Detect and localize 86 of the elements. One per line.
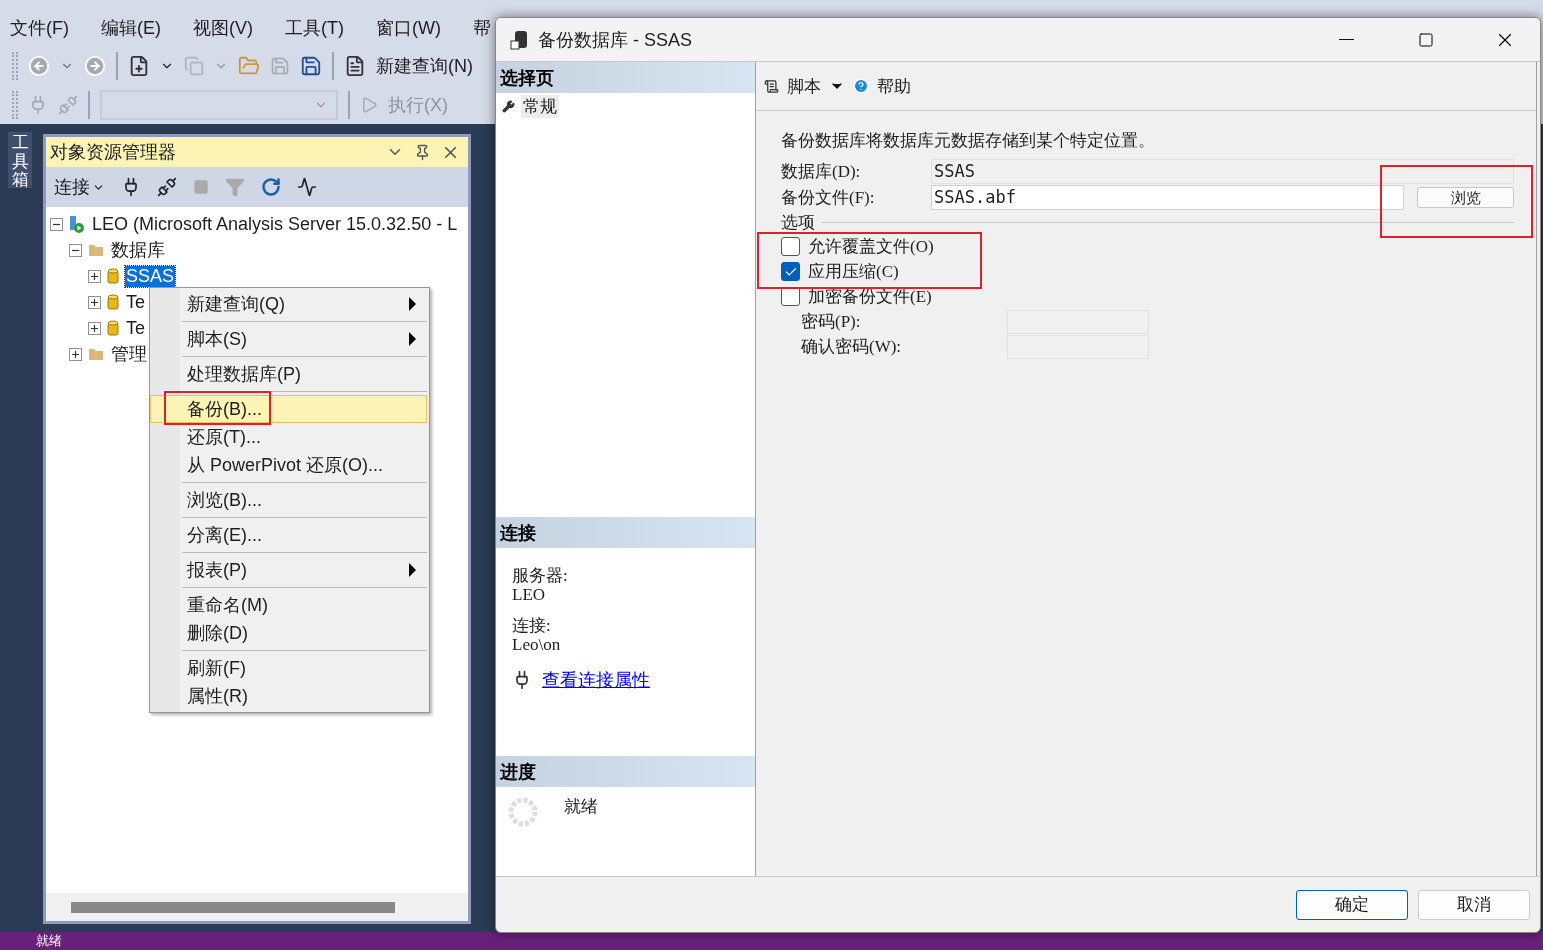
server-label: 服务器: — [512, 566, 569, 585]
script-icon — [764, 78, 779, 94]
menu-item[interactable]: 编辑(E) — [101, 16, 161, 40]
menu-item[interactable]: 刷新(F) — [150, 654, 427, 682]
scrollbar-thumb[interactable] — [71, 901, 395, 913]
document-icon[interactable] — [344, 54, 366, 77]
menu-item[interactable]: 报表(P) — [150, 556, 427, 584]
folder-icon — [88, 347, 104, 361]
refresh-icon[interactable] — [261, 177, 281, 197]
maximize-icon — [1417, 31, 1434, 48]
menu-item[interactable]: 帮 — [472, 16, 491, 40]
menu-item[interactable]: 新建查询(Q) — [150, 290, 427, 318]
checkbox-label: 加密备份文件(E) — [808, 287, 932, 306]
menu-item[interactable]: 文件(F) — [10, 16, 69, 40]
menu-item[interactable]: 视图(V) — [193, 16, 253, 40]
server-value: LEO — [512, 585, 547, 604]
connection-label: 连接: — [512, 616, 552, 635]
tree-node[interactable]: 管理 — [110, 342, 148, 366]
tree-node[interactable]: Te — [125, 317, 146, 339]
help-button[interactable]: 帮助 — [877, 74, 911, 98]
tree-node[interactable]: SSAS — [125, 265, 176, 287]
menu-item[interactable]: 重命名(M) — [150, 591, 427, 619]
checkbox-label: 应用压缩(C) — [808, 262, 899, 281]
database-icon — [107, 293, 119, 311]
menu-item[interactable]: 工具(T) — [285, 16, 344, 40]
new-file-icon[interactable] — [128, 54, 150, 77]
save-all-icon[interactable] — [300, 54, 322, 77]
backup-file-field[interactable]: SSAS.abf — [931, 184, 1404, 210]
section-header: 选择页 — [496, 62, 755, 93]
dialog-button[interactable]: 确定 — [1296, 889, 1408, 920]
minimize-icon — [1339, 39, 1354, 40]
group-title: 选项 — [781, 212, 815, 232]
menu-item[interactable]: 备份(B)... — [150, 395, 427, 423]
spinner-icon — [508, 797, 538, 827]
wrench-icon — [502, 100, 515, 113]
checkbox[interactable] — [781, 262, 800, 281]
database-field: SSAS — [931, 158, 1514, 184]
menu-item[interactable]: 属性(R) — [150, 682, 427, 710]
field-label: 确认密码(W): — [801, 336, 903, 358]
menu-item[interactable]: 脚本(S) — [150, 325, 427, 353]
checkbox[interactable] — [781, 237, 800, 256]
pin-icon[interactable] — [414, 143, 431, 161]
tree-node[interactable]: LEO (Microsoft Analysis Server 15.0.32.50 - L — [91, 213, 459, 235]
menu-item[interactable]: 还原(T)... — [150, 423, 427, 451]
panel-title: 对象资源管理器 — [50, 141, 177, 164]
database-icon — [107, 319, 119, 337]
checkbox-label: 允许覆盖文件(O) — [808, 237, 934, 256]
help-icon — [853, 78, 869, 94]
connection-properties-link[interactable]: 查看连接属性 — [542, 668, 650, 692]
collapse-icon[interactable] — [69, 243, 82, 257]
expand-icon[interactable] — [69, 347, 82, 361]
status-text: 就绪 — [36, 932, 62, 950]
new-query-button[interactable]: 新建查询(N) — [376, 53, 473, 78]
menu-item[interactable]: 分离(E)... — [150, 521, 427, 549]
expand-icon[interactable] — [88, 269, 101, 283]
unplug-icon[interactable] — [157, 177, 177, 197]
connect-button[interactable]: 连接 — [54, 175, 105, 199]
progress-status: 就绪 — [564, 797, 598, 816]
database-icon — [107, 267, 119, 285]
page-item[interactable]: 常规 — [521, 95, 559, 118]
expand-icon[interactable] — [88, 295, 101, 309]
field-label: 密码(P): — [801, 311, 862, 333]
expand-icon[interactable] — [88, 321, 101, 335]
server-icon — [69, 215, 85, 233]
script-button[interactable]: 脚本 — [787, 74, 821, 98]
activity-icon[interactable] — [297, 177, 317, 197]
menu-item[interactable]: 从 PowerPivot 还原(O)... — [150, 451, 427, 479]
collapse-icon[interactable] — [50, 217, 63, 231]
dialog-button[interactable]: 取消 — [1418, 889, 1530, 920]
description-text: 备份数据库将数据库元数据存储到某个特定位置。 — [781, 131, 1156, 150]
field-label: 备份文件(F): — [781, 186, 876, 209]
field-label: 数据库(D): — [781, 160, 862, 183]
section-header: 连接 — [496, 517, 755, 548]
database-icon — [510, 28, 530, 51]
tree-node[interactable]: Te — [125, 291, 146, 313]
tree-node[interactable]: 数据库 — [110, 238, 166, 262]
menu-item[interactable]: 浏览(B)... — [150, 486, 427, 514]
browse-button[interactable]: 浏览 — [1417, 186, 1514, 208]
toolbox-tab[interactable]: 工具箱 — [8, 132, 32, 188]
section-header: 进度 — [496, 756, 755, 787]
connection-value: Leo\on — [512, 635, 562, 654]
folder-icon — [88, 243, 104, 257]
window-title: 备份数据库 - SSAS — [538, 28, 694, 52]
menu-item[interactable]: 处理数据库(P) — [150, 360, 427, 388]
menu-item[interactable]: 窗口(W) — [375, 16, 441, 40]
menu-item[interactable]: 删除(D) — [150, 619, 427, 647]
